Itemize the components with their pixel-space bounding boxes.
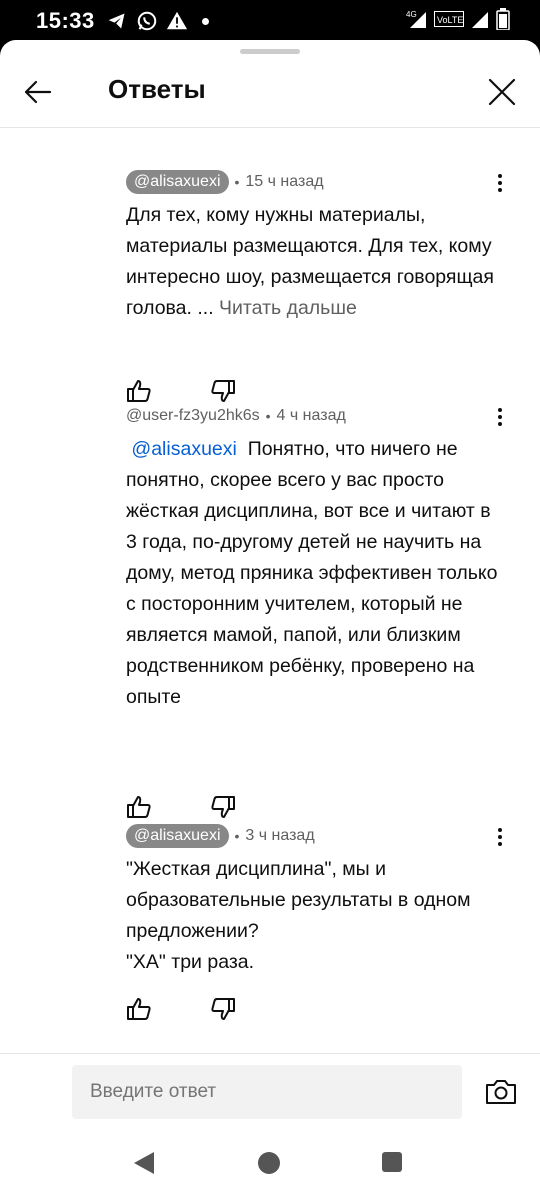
status-bar: 15:33 4G VoLTE [0,0,540,40]
reply-input[interactable] [72,1065,462,1119]
more-options-button[interactable] [488,822,512,852]
more-options-button[interactable] [488,402,512,432]
meta-separator: • [265,408,271,424]
thumbs-up-icon [127,998,151,1020]
comment-time: 15 ч назад [245,173,324,190]
more-options-button[interactable] [488,168,512,198]
reply-bar [0,1053,540,1128]
telegram-icon [106,10,128,32]
like-button[interactable] [126,378,152,404]
meta-separator: • [234,174,240,190]
comment-meta: @user-fz3yu2hk6s • 4 ч назад [126,404,498,428]
like-button[interactable] [126,996,152,1022]
network-label: 4G [406,10,417,19]
arrow-left-icon [24,80,52,104]
comment-body: Понятно, что ничего не понятно, скорее в… [126,438,503,708]
reply-comment: @alisaxuexi • 15 ч назад Для тех, кому н… [126,170,502,402]
system-nav-bar [0,1128,540,1200]
drag-handle[interactable] [240,49,300,54]
more-vertical-icon [498,828,502,846]
nav-recents-button[interactable] [382,1152,402,1172]
like-button[interactable] [126,794,152,820]
replies-sheet: Ответы @alisaxuexi • 15 ч назад Для тех,… [0,40,540,1128]
comment-author[interactable]: @alisaxuexi [126,170,229,194]
comment-meta: @alisaxuexi • 3 ч назад [126,824,498,848]
camera-icon [486,1080,516,1104]
thumbs-down-icon [211,380,235,402]
comment-time: 4 ч назад [276,407,346,424]
status-notification-icons [106,10,209,32]
status-time: 15:33 [36,8,95,33]
read-more-link[interactable]: Читать дальше [219,297,357,319]
reply-comment: @alisaxuexi • 3 ч назад "Жесткая дисципл… [126,824,502,1020]
close-icon [488,78,516,106]
comment-author[interactable]: @user-fz3yu2hk6s [126,407,260,425]
volte-label: VoLTE [437,15,463,25]
comment-meta: @alisaxuexi • 15 ч назад [126,170,498,194]
status-system-icons: 4G VoLTE [406,8,510,30]
comment-actions [126,378,236,404]
comment-actions [126,996,236,1022]
battery-icon [496,8,510,30]
nav-home-button[interactable] [258,1152,280,1174]
more-vertical-icon [498,174,502,192]
thumbs-up-icon [127,380,151,402]
whatsapp-icon [136,10,158,32]
triangle-back-icon [134,1152,154,1174]
mention-link[interactable]: @alisaxuexi [131,438,236,460]
thumbs-down-icon [211,998,235,1020]
dot-icon [202,17,209,25]
reply-comment: @user-fz3yu2hk6s • 4 ч назад @alisaxuexi… [126,404,502,818]
back-button[interactable] [14,68,62,116]
warning-icon [166,10,188,32]
comment-time: 3 ч назад [245,827,315,844]
thumbs-up-icon [127,796,151,818]
header: Ответы [0,56,540,128]
dislike-button[interactable] [210,996,236,1022]
camera-button[interactable] [484,1075,518,1109]
thumbs-down-icon [211,796,235,818]
comment-text: "Жесткая дисциплина", мы и образовательн… [126,858,471,973]
nav-back-button[interactable] [132,1150,156,1181]
signal-4g-icon: 4G [406,9,428,29]
signal-icon [470,9,490,29]
more-vertical-icon [498,408,502,426]
comment-author[interactable]: @alisaxuexi [126,824,229,848]
close-button[interactable] [478,68,526,116]
volte-icon: VoLTE [434,10,464,28]
dislike-button[interactable] [210,378,236,404]
dislike-button[interactable] [210,794,236,820]
comment-text: Для тех, кому нужны материалы, материалы… [126,200,498,324]
comment-text: @alisaxuexi Понятно, что ничего не понят… [126,434,498,713]
meta-separator: • [234,828,240,844]
page-title: Ответы [108,74,206,104]
comment-actions [126,794,236,820]
